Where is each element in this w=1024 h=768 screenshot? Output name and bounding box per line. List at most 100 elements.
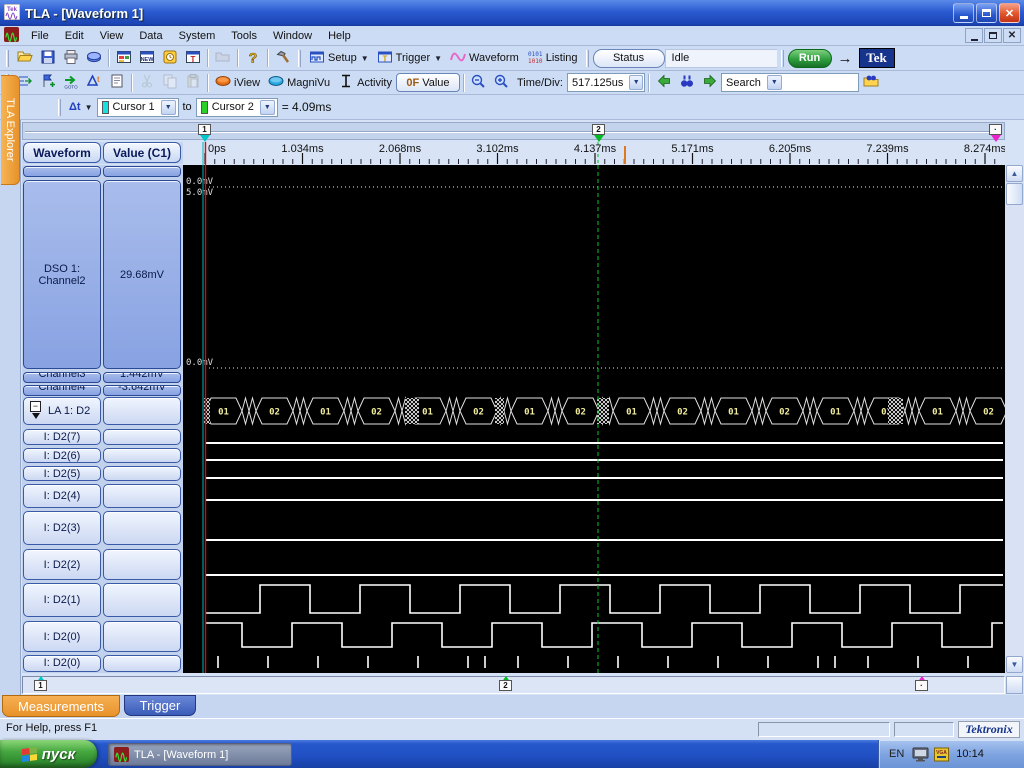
- search-definition-button[interactable]: [859, 72, 882, 94]
- delta-time-button[interactable]: t: [82, 72, 105, 94]
- tla-explorer-tab[interactable]: TLA Explorer: [1, 75, 20, 185]
- row-label-8[interactable]: I: D2(4): [23, 484, 101, 508]
- row-label-12[interactable]: I: D2(0): [23, 621, 101, 652]
- activity-button[interactable]: Activity: [334, 72, 396, 94]
- scrollbar-thumb[interactable]: [1006, 183, 1023, 205]
- toolbar-drag-handle[interactable]: [586, 50, 589, 67]
- row-value-7[interactable]: [103, 466, 181, 481]
- zoom-in-button[interactable]: [490, 72, 513, 94]
- print-button[interactable]: [59, 47, 82, 69]
- cursor-marker-triangle[interactable]: [594, 135, 604, 147]
- menu-tools[interactable]: Tools: [223, 28, 265, 44]
- row-label-10[interactable]: I: D2(2): [23, 549, 101, 580]
- close-button[interactable]: ✕: [999, 3, 1020, 23]
- timediv-select[interactable]: 517.125us▼: [567, 73, 645, 92]
- tab-measurements[interactable]: Measurements: [2, 695, 120, 717]
- waveform-column-header[interactable]: Waveform: [23, 142, 101, 163]
- waveform-window-button[interactable]: Waveform: [446, 47, 523, 69]
- search-next-button[interactable]: [698, 72, 721, 94]
- row-value-4[interactable]: [103, 397, 181, 425]
- menu-view[interactable]: View: [92, 28, 132, 44]
- row-label-13[interactable]: I: D2(0): [23, 655, 101, 672]
- value-toggle-button[interactable]: 0FValue: [396, 73, 460, 92]
- goto-button[interactable]: GOTO: [59, 72, 82, 94]
- mdi-minimize-button[interactable]: [965, 28, 983, 43]
- row-label-3[interactable]: Channel4: [23, 385, 101, 396]
- cursor-ruler-bar[interactable]: 1 2 ·: [22, 122, 1005, 140]
- cursor1-select[interactable]: Cursor 1▼: [97, 98, 179, 117]
- mdi-restore-button[interactable]: [984, 28, 1002, 43]
- row-value-12[interactable]: [103, 621, 181, 652]
- row-label-2[interactable]: Channel3: [23, 372, 101, 383]
- overview-marker-1[interactable]: 1: [34, 680, 47, 691]
- row-label-5[interactable]: I: D2(7): [23, 429, 101, 445]
- tools-button[interactable]: [271, 47, 294, 69]
- row-value-2[interactable]: 1.442mV: [103, 372, 181, 383]
- row-value-6[interactable]: [103, 448, 181, 463]
- waveform-canvas[interactable]: 0.0mV5.0mV0.0mV0102010201020102010201020…: [183, 165, 1005, 673]
- search-select[interactable]: Search▼: [721, 73, 859, 92]
- row-label-0[interactable]: [23, 166, 101, 177]
- cursor-marker-1[interactable]: 1: [198, 124, 211, 135]
- zoom-out-button[interactable]: [467, 72, 490, 94]
- status-button[interactable]: Status: [593, 49, 665, 68]
- cursor-marker-triangle[interactable]: [991, 135, 1001, 147]
- cursor-marker-triangle[interactable]: [200, 135, 210, 147]
- overview-marker-·[interactable]: ·: [915, 680, 928, 691]
- new-data-window-button[interactable]: NEW: [135, 47, 158, 69]
- cursor2-select[interactable]: Cursor 2▼: [196, 98, 278, 117]
- minimize-button[interactable]: [953, 3, 974, 23]
- setup-wizard-button[interactable]: [158, 47, 181, 69]
- row-label-1[interactable]: DSO 1:Channel2: [23, 180, 101, 369]
- row-value-11[interactable]: [103, 583, 181, 617]
- cursor-marker-·[interactable]: ·: [989, 124, 1002, 135]
- row-value-3[interactable]: -3.642mV: [103, 385, 181, 396]
- toolbar-drag-handle[interactable]: [58, 99, 61, 116]
- trigger-window-button[interactable]: T: [181, 47, 204, 69]
- row-label-4[interactable]: −LA 1: D2: [23, 397, 101, 425]
- scroll-up-button[interactable]: ▲: [1006, 165, 1023, 182]
- toolbar-drag-handle[interactable]: [298, 50, 301, 67]
- taskbar-task-button[interactable]: TLA - [Waveform 1]: [108, 743, 292, 766]
- tab-trigger[interactable]: Trigger: [124, 695, 196, 716]
- find-button[interactable]: [675, 72, 698, 94]
- display-tray-icon[interactable]: [912, 747, 929, 762]
- value-column-header[interactable]: Value (C1): [103, 142, 181, 163]
- add-mark-button[interactable]: [36, 72, 59, 94]
- expand-collapse-icon[interactable]: −: [30, 401, 41, 423]
- row-value-8[interactable]: [103, 484, 181, 508]
- vertical-scrollbar[interactable]: ▲ ▼: [1006, 165, 1023, 673]
- maximize-button[interactable]: [976, 3, 997, 23]
- delta-measure-dropdown[interactable]: Δt▼: [65, 96, 97, 118]
- vga-tray-icon[interactable]: VGA: [933, 747, 950, 762]
- export-button[interactable]: [82, 47, 105, 69]
- start-button[interactable]: пуск: [0, 740, 97, 768]
- open-file-button[interactable]: [13, 47, 36, 69]
- cursor-marker-2[interactable]: 2: [592, 124, 605, 135]
- setup-dropdown[interactable]: Setup▼: [305, 47, 373, 69]
- magnivu-button[interactable]: MagniVu: [264, 72, 334, 94]
- listing-window-button[interactable]: 01011010Listing: [523, 47, 582, 69]
- menu-edit[interactable]: Edit: [57, 28, 92, 44]
- trigger-dropdown[interactable]: TTrigger▼: [373, 47, 446, 69]
- search-prev-button[interactable]: [652, 72, 675, 94]
- row-label-11[interactable]: I: D2(1): [23, 583, 101, 617]
- properties-button[interactable]: [105, 72, 128, 94]
- row-label-6[interactable]: I: D2(6): [23, 448, 101, 463]
- run-button[interactable]: Run: [788, 49, 832, 68]
- mdi-close-button[interactable]: ✕: [1003, 28, 1021, 43]
- overview-marker-2[interactable]: 2: [499, 680, 512, 691]
- save-button[interactable]: [36, 47, 59, 69]
- overview-marker-bar[interactable]: 1 2 ·: [22, 676, 1005, 694]
- row-label-9[interactable]: I: D2(3): [23, 511, 101, 545]
- menu-file[interactable]: File: [23, 28, 57, 44]
- row-value-5[interactable]: [103, 429, 181, 445]
- row-value-0[interactable]: [103, 166, 181, 177]
- row-label-7[interactable]: I: D2(5): [23, 466, 101, 481]
- menu-help[interactable]: Help: [320, 28, 359, 44]
- toolbar-drag-handle[interactable]: [6, 50, 9, 67]
- scroll-down-button[interactable]: ▼: [1006, 656, 1023, 673]
- toolbar-drag-handle[interactable]: [781, 50, 784, 67]
- language-indicator[interactable]: EN: [889, 748, 904, 760]
- menu-system[interactable]: System: [171, 28, 224, 44]
